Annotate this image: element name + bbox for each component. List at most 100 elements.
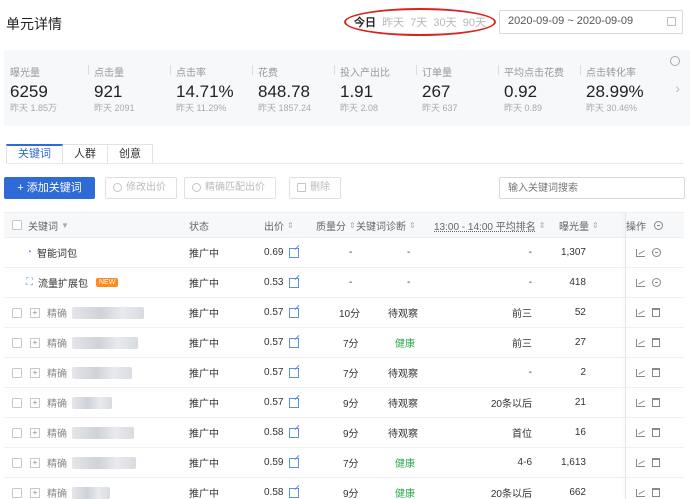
match-type: 精确 [47, 399, 67, 410]
expand-icon[interactable]: + [30, 397, 40, 408]
edit-icon[interactable] [289, 277, 300, 288]
edit-icon[interactable] [289, 367, 300, 378]
trash-icon[interactable] [652, 398, 660, 407]
bid-value: 0.57 [264, 307, 284, 318]
chart-icon[interactable] [636, 248, 645, 257]
exact-match-bid-button[interactable]: 精确匹配出价 [184, 177, 276, 199]
header-rank-label: 13:00 - 14:00 平均排名 [434, 221, 536, 233]
expand-icon[interactable]: + [30, 487, 40, 498]
table-row: + 精确 推广中 0.57 10分 待观察 前三 52 [4, 298, 684, 328]
status-cell: 推广中 [189, 279, 219, 290]
range-tab-7days[interactable]: 7天 [410, 14, 427, 30]
expand-icon[interactable]: + [30, 337, 40, 348]
row-checkbox[interactable] [12, 457, 22, 468]
header-diagnosis[interactable]: 关键词诊断 ⇕ [356, 213, 416, 237]
tab-creative[interactable]: 创意 [108, 144, 153, 164]
keyword-cell: + 精确 [12, 298, 144, 327]
trash-icon[interactable] [652, 428, 660, 437]
bid-value: 0.58 [264, 487, 284, 498]
trash-icon[interactable] [652, 458, 660, 467]
expand-icon[interactable]: + [30, 427, 40, 438]
gear-icon[interactable] [670, 56, 680, 66]
exact-match-bid-label: 精确匹配出价 [205, 182, 265, 193]
edit-icon[interactable] [289, 307, 300, 318]
range-tab-90days[interactable]: 90天 [463, 14, 486, 30]
keyword-redacted [72, 426, 134, 439]
header-diagnosis-label: 关键词诊断 [356, 221, 406, 233]
chart-icon[interactable] [636, 428, 645, 437]
trash-icon[interactable] [652, 488, 660, 497]
select-all-checkbox[interactable] [12, 220, 22, 230]
edit-icon[interactable] [289, 247, 300, 258]
expand-icon[interactable]: + [30, 457, 40, 468]
pause-icon[interactable] [652, 278, 661, 287]
keyword-cell: + 精确 [12, 358, 132, 387]
header-quality[interactable]: 质量分 ⇕ [316, 213, 356, 237]
sort-icon: ⇕ [409, 220, 416, 230]
rank-cell: 20条以后 [490, 489, 532, 499]
metric-compare: 昨天 2091 [94, 103, 135, 113]
keyword-search-input[interactable] [499, 177, 685, 199]
header-bid[interactable]: 出价 ⇕ [264, 213, 294, 237]
keyword-table: 关键词 ▼ 状态 出价 ⇕ 质量分 ⇕ 关键词诊断 ⇕ 13:00 - 14:00 平… [4, 212, 684, 499]
chart-icon[interactable] [636, 338, 645, 347]
chart-icon[interactable] [636, 278, 645, 287]
row-checkbox[interactable] [12, 487, 22, 498]
quality-cell: 9分 [343, 399, 359, 410]
add-keyword-button[interactable]: + 添加关键词 [4, 177, 95, 199]
metric-divider [498, 65, 499, 75]
date-range-picker[interactable]: 2020-09-09 ~ 2020-09-09 [499, 10, 683, 34]
filter-icon[interactable]: ▼ [61, 221, 69, 230]
status-cell: 推广中 [189, 339, 219, 350]
trash-icon[interactable] [652, 338, 660, 347]
range-tab-today[interactable]: 今日 [354, 14, 376, 30]
trash-icon [297, 183, 306, 192]
trash-icon[interactable] [652, 368, 660, 377]
expand-icon[interactable]: + [30, 307, 40, 318]
range-tab-yesterday[interactable]: 昨天 [382, 14, 404, 30]
tab-keywords[interactable]: 关键词 [6, 144, 63, 164]
table-row: + 精确 推广中 0.57 7分 待观察 - 2 [4, 358, 684, 388]
metric-divider [88, 65, 89, 75]
exposure-cell: 662 [569, 487, 586, 498]
row-checkbox[interactable] [12, 427, 22, 438]
ops-cell [636, 268, 661, 297]
expand-icon[interactable]: + [30, 367, 40, 378]
metric-label: 点击率 [176, 68, 206, 79]
ops-cell [636, 358, 660, 387]
chart-icon[interactable] [636, 308, 645, 317]
metric-label: 花费 [258, 68, 278, 79]
modify-bid-button[interactable]: 修改出价 [105, 177, 177, 199]
pause-icon[interactable] [652, 248, 661, 257]
calendar-icon [667, 17, 676, 26]
exposure-cell: 418 [569, 277, 586, 288]
tab-audience[interactable]: 人群 [63, 144, 108, 164]
row-checkbox[interactable] [12, 337, 22, 348]
row-checkbox[interactable] [12, 397, 22, 408]
edit-icon[interactable] [289, 487, 300, 498]
chart-icon[interactable] [636, 488, 645, 497]
edit-icon[interactable] [289, 337, 300, 348]
header-exposure[interactable]: 曝光量 ⇕ [559, 213, 599, 237]
rank-cell: 前三 [512, 309, 532, 320]
row-checkbox[interactable] [12, 367, 22, 378]
edit-icon[interactable] [289, 457, 300, 468]
range-tab-30days[interactable]: 30天 [433, 14, 456, 30]
metric-label: 点击转化率 [586, 68, 636, 79]
chart-icon[interactable] [636, 368, 645, 377]
metric-divider [170, 65, 171, 75]
chart-icon[interactable] [636, 458, 645, 467]
chart-icon[interactable] [636, 398, 645, 407]
header-rank[interactable]: 13:00 - 14:00 平均排名 ⇕ [434, 213, 545, 237]
metric-label: 曝光量 [10, 68, 40, 79]
metric-value: 848.78 [258, 82, 310, 101]
trash-icon[interactable] [652, 308, 660, 317]
metric-orders: 订单量 267 昨天 637 [416, 50, 458, 126]
chevron-right-icon[interactable]: › [675, 80, 680, 96]
edit-icon[interactable] [289, 397, 300, 408]
edit-icon[interactable] [289, 427, 300, 438]
new-badge: NEW [96, 278, 119, 287]
delete-button[interactable]: 删除 [289, 177, 341, 199]
gear-icon[interactable] [654, 220, 663, 230]
row-checkbox[interactable] [12, 307, 22, 318]
